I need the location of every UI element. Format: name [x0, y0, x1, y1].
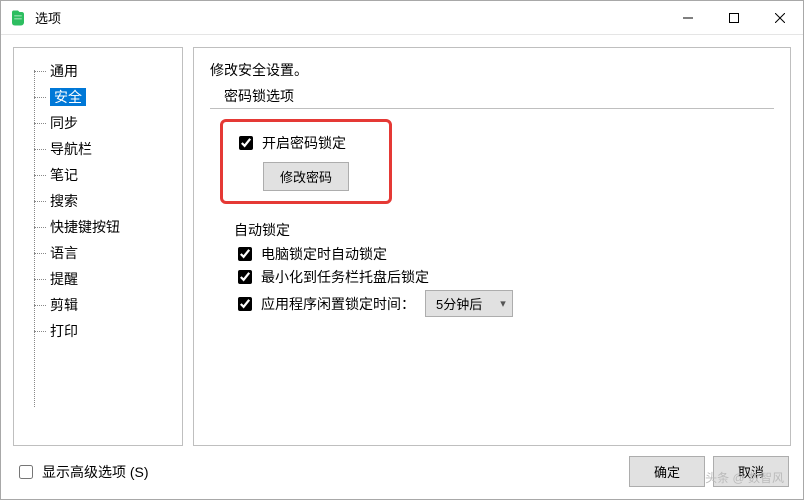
lock-on-idle-checkbox[interactable]	[238, 297, 252, 311]
maximize-button[interactable]	[711, 1, 757, 34]
sidebar-item-notes[interactable]: 笔记	[22, 162, 182, 188]
group-label-password-lock: 密码锁选项	[224, 86, 774, 106]
sidebar-item-clipping[interactable]: 剪辑	[22, 292, 182, 318]
sidebar-item-label: 导航栏	[50, 141, 92, 157]
close-button[interactable]	[757, 1, 803, 34]
enable-password-lock-checkbox[interactable]	[239, 136, 253, 150]
sidebar-item-label: 快捷键按钮	[50, 219, 120, 235]
window-title: 选项	[35, 8, 665, 27]
lock-on-idle-check-row[interactable]: 应用程序闲置锁定时间：	[234, 294, 415, 314]
lock-on-idle-label: 应用程序闲置锁定时间：	[261, 294, 415, 314]
lock-on-pc-lock-row[interactable]: 电脑锁定时自动锁定	[234, 244, 774, 264]
sidebar-item-label: 通用	[50, 63, 78, 79]
sidebar-item-label: 安全	[50, 88, 86, 106]
lock-on-minimize-label: 最小化到任务栏托盘后锁定	[261, 267, 429, 287]
options-window: 选项 通用 安全 同步 导航栏 笔记 搜索 快捷键按钮 语言 提醒 剪辑	[0, 0, 804, 500]
idle-timeout-dropdown[interactable]: 5分钟后 ▾	[425, 290, 513, 317]
sidebar-item-navbar[interactable]: 导航栏	[22, 136, 182, 162]
lock-on-idle-row: 应用程序闲置锁定时间： 5分钟后 ▾	[234, 290, 774, 317]
cancel-button[interactable]: 取消	[713, 456, 789, 487]
footer: 显示高级选项 (S) 确定 取消	[1, 446, 803, 499]
lock-on-minimize-row[interactable]: 最小化到任务栏托盘后锁定	[234, 267, 774, 287]
sidebar-item-label: 笔记	[50, 167, 78, 183]
show-advanced-checkbox[interactable]	[19, 465, 33, 479]
sidebar-item-reminders[interactable]: 提醒	[22, 266, 182, 292]
show-advanced-row[interactable]: 显示高级选项 (S)	[15, 462, 149, 482]
main-panel: 修改安全设置。 密码锁选项 开启密码锁定 修改密码 自动锁定 电脑锁定时自动锁定…	[193, 47, 791, 446]
group-divider	[210, 108, 774, 109]
sidebar-item-label: 提醒	[50, 271, 78, 287]
sidebar-item-sync[interactable]: 同步	[22, 110, 182, 136]
lock-on-pc-lock-checkbox[interactable]	[238, 247, 252, 261]
sidebar-item-general[interactable]: 通用	[22, 58, 182, 84]
sidebar-item-label: 搜索	[50, 193, 78, 209]
show-advanced-label: 显示高级选项 (S)	[42, 462, 149, 482]
enable-password-lock-label: 开启密码锁定	[262, 133, 346, 153]
lock-on-minimize-checkbox[interactable]	[238, 270, 252, 284]
sidebar-item-shortcuts[interactable]: 快捷键按钮	[22, 214, 182, 240]
sidebar: 通用 安全 同步 导航栏 笔记 搜索 快捷键按钮 语言 提醒 剪辑 打印	[13, 47, 183, 446]
minimize-button[interactable]	[665, 1, 711, 34]
window-controls	[665, 1, 803, 34]
sidebar-item-label: 语言	[50, 245, 78, 261]
app-icon	[9, 9, 27, 27]
content-area: 通用 安全 同步 导航栏 笔记 搜索 快捷键按钮 语言 提醒 剪辑 打印 修改安…	[1, 35, 803, 446]
section-heading: 修改安全设置。	[210, 60, 774, 80]
sidebar-item-language[interactable]: 语言	[22, 240, 182, 266]
auto-lock-heading: 自动锁定	[234, 220, 774, 240]
enable-password-lock-row[interactable]: 开启密码锁定	[235, 133, 349, 153]
lock-on-pc-lock-label: 电脑锁定时自动锁定	[261, 244, 387, 264]
sidebar-item-label: 剪辑	[50, 297, 78, 313]
chevron-down-icon: ▾	[500, 297, 506, 310]
change-password-button[interactable]: 修改密码	[263, 162, 349, 191]
sidebar-item-search[interactable]: 搜索	[22, 188, 182, 214]
idle-timeout-value: 5分钟后	[436, 294, 482, 313]
titlebar: 选项	[1, 1, 803, 35]
highlight-annotation: 开启密码锁定 修改密码	[220, 119, 392, 204]
sidebar-item-security[interactable]: 安全	[22, 84, 182, 110]
sidebar-item-label: 同步	[50, 115, 78, 131]
sidebar-item-label: 打印	[50, 323, 78, 339]
sidebar-item-print[interactable]: 打印	[22, 318, 182, 344]
ok-button[interactable]: 确定	[629, 456, 705, 487]
